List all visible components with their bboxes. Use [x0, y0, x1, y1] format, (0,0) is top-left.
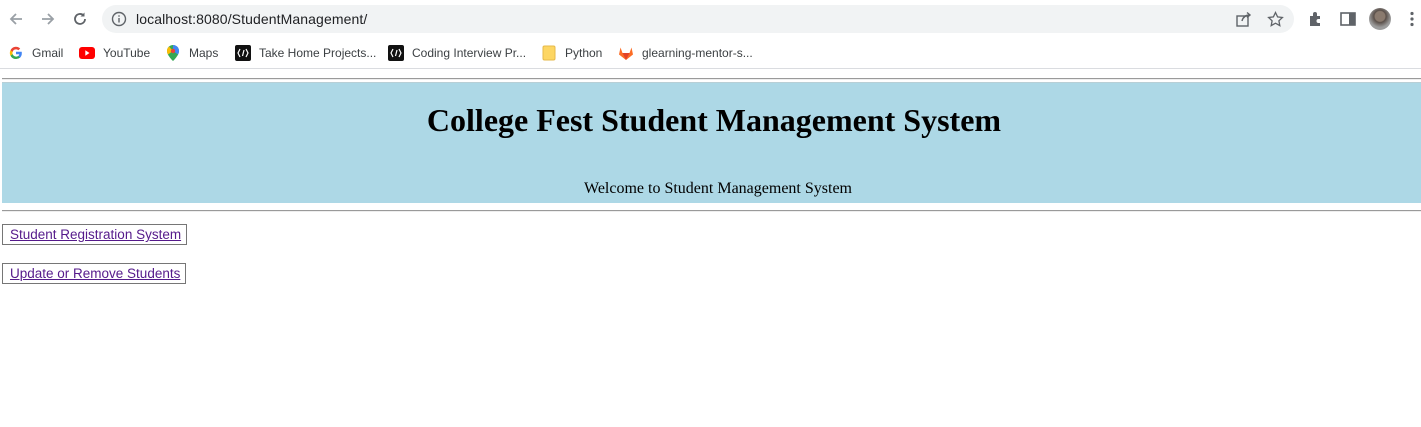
student-registration-button[interactable]: Student Registration System [2, 224, 187, 245]
bookmark-glearning[interactable]: glearning-mentor-s... [618, 43, 753, 63]
divider-bottom [2, 210, 1421, 212]
update-remove-students-link[interactable]: Update or Remove Students [10, 266, 180, 281]
update-remove-students-button[interactable]: Update or Remove Students [2, 263, 186, 284]
code-bracket-icon [388, 45, 404, 61]
bookmark-label: glearning-mentor-s... [642, 46, 753, 60]
gitlab-icon [618, 45, 634, 61]
welcome-message: Welcome to Student Management System [584, 180, 852, 197]
google-g-icon [8, 45, 24, 61]
star-icon[interactable] [1267, 10, 1284, 28]
youtube-icon [79, 45, 95, 61]
bookmark-maps[interactable]: Maps [165, 43, 218, 63]
code-bracket-icon [235, 45, 251, 61]
info-icon[interactable] [111, 11, 127, 27]
divider-top [2, 78, 1421, 80]
page-content: College Fest Student Management System W… [0, 70, 1421, 427]
browser-toolbar: localhost:8080/StudentManagement/ [0, 0, 1421, 38]
address-bar[interactable]: localhost:8080/StudentManagement/ [102, 5, 1294, 33]
bookmark-label: YouTube [103, 46, 151, 60]
page-title: College Fest Student Management System [426, 102, 1002, 138]
url-text[interactable]: localhost:8080/StudentManagement/ [136, 11, 367, 27]
side-panel-icon[interactable] [1339, 10, 1357, 28]
bookmark-gmail[interactable]: Gmail [8, 43, 63, 63]
student-registration-link[interactable]: Student Registration System [10, 227, 181, 242]
bookmark-label: Gmail [32, 46, 64, 60]
bookmark-take-home-projects[interactable]: Take Home Projects... [235, 43, 376, 63]
bookmark-coding-interview[interactable]: Coding Interview Pr... [388, 43, 526, 63]
bookmark-label: Coding Interview Pr... [412, 46, 527, 60]
back-arrow-icon[interactable] [6, 9, 26, 29]
maps-pin-icon [165, 45, 181, 61]
bookmark-label: Maps [189, 46, 219, 60]
bookmark-label: Take Home Projects... [259, 46, 377, 60]
forward-arrow-icon[interactable] [38, 9, 58, 29]
bookmark-label: Python [565, 46, 603, 60]
share-icon[interactable] [1235, 11, 1252, 28]
bookmarks-bar: Gmail YouTube Maps Take Home Projects...… [0, 38, 1421, 69]
folder-icon [541, 45, 557, 61]
avatar[interactable] [1369, 8, 1391, 30]
header-banner: College Fest Student Management System W… [2, 82, 1421, 203]
extensions-icon[interactable] [1307, 10, 1325, 28]
bookmark-python[interactable]: Python [541, 43, 602, 63]
menu-dots-icon[interactable] [1403, 10, 1421, 28]
bookmark-youtube[interactable]: YouTube [79, 43, 150, 63]
reload-icon[interactable] [70, 9, 90, 29]
